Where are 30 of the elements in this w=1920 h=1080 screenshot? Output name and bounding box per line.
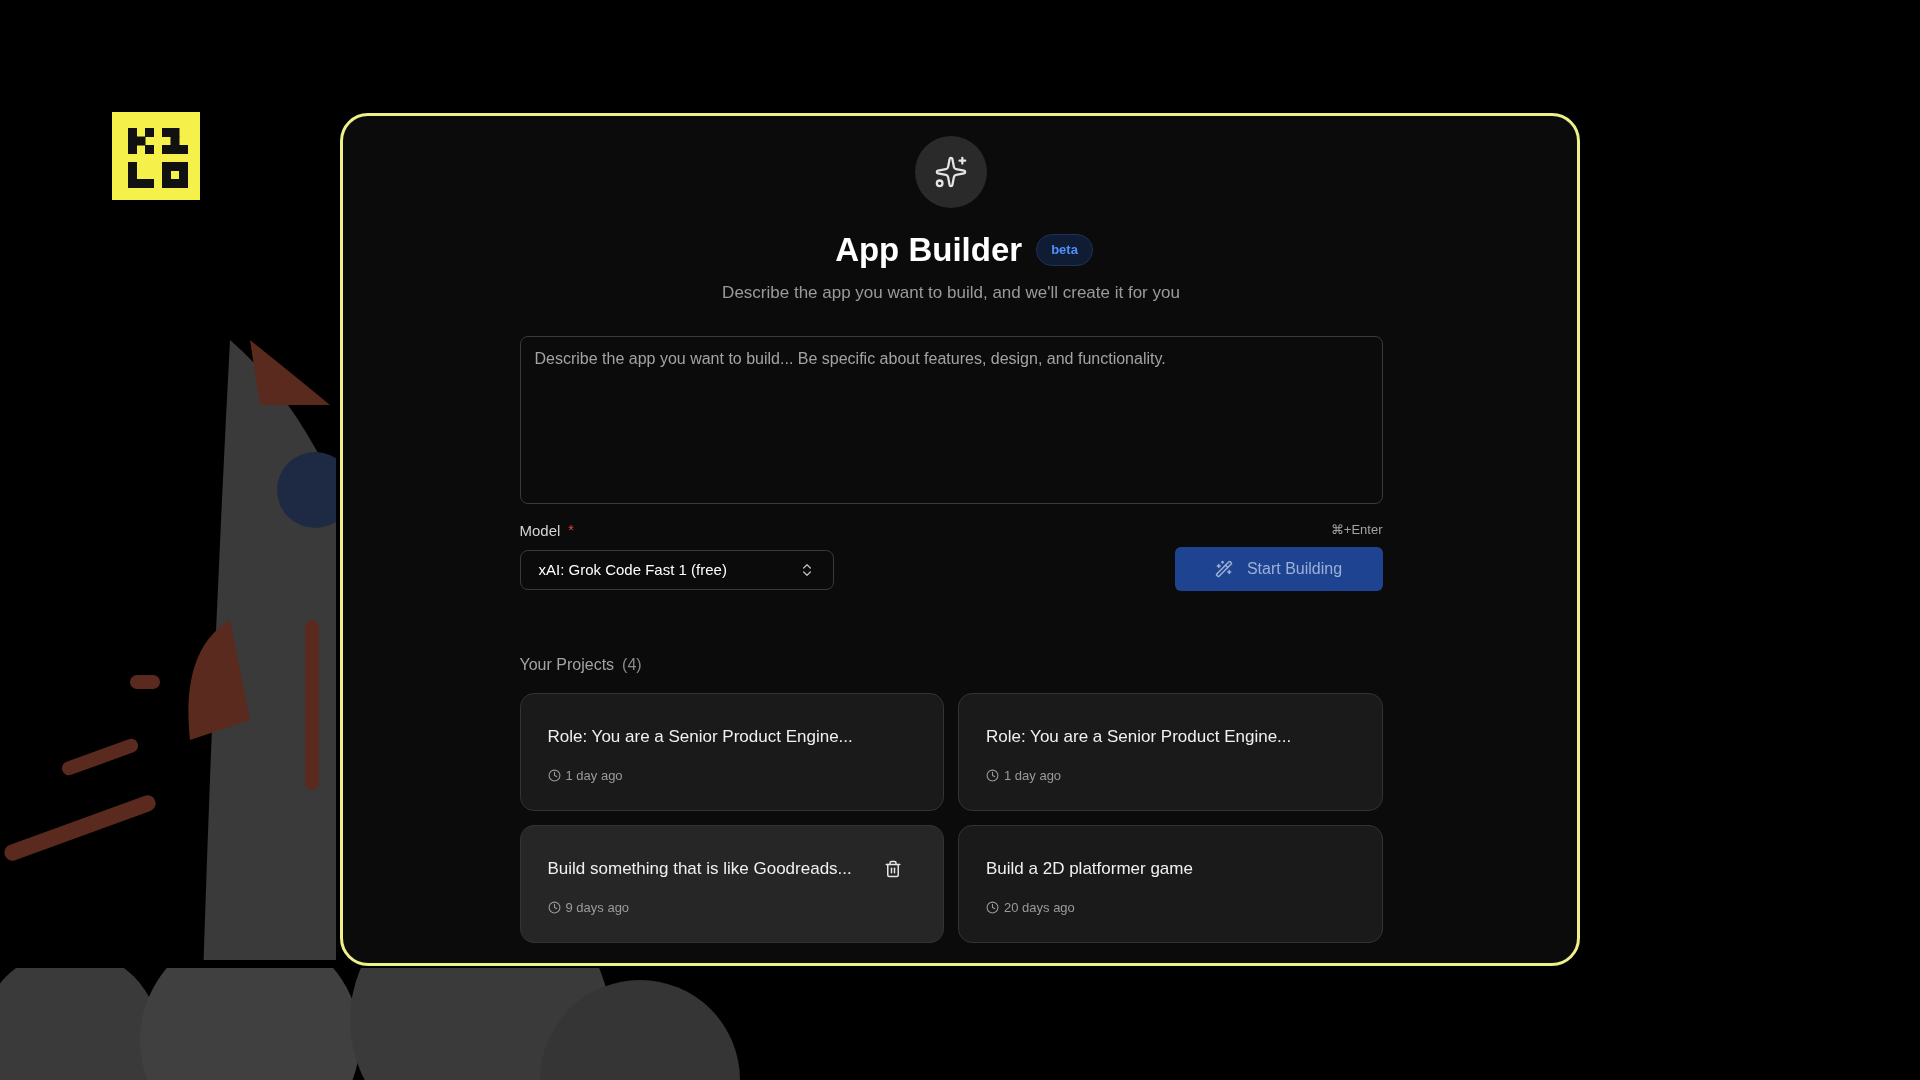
project-title: Build a 2D platformer game bbox=[986, 858, 1193, 880]
project-title: Role: You are a Senior Product Engine... bbox=[547, 726, 853, 748]
project-time: 20 days ago bbox=[1004, 898, 1075, 917]
sparkles-icon bbox=[934, 155, 968, 189]
projects-heading: Your Projects bbox=[519, 655, 615, 675]
model-label: Model bbox=[519, 520, 561, 541]
project-card[interactable]: Build something that is like Goodreads... 9 days ago bbox=[519, 825, 944, 943]
model-select[interactable]: xAI: Grok Code Fast 1 (free) bbox=[519, 550, 834, 590]
project-card[interactable]: Role: You are a Senior Product Engine... 1 day ago bbox=[958, 693, 1383, 811]
project-card[interactable]: Role: You are a Senior Product Engine... 1 day ago bbox=[519, 693, 944, 811]
project-time: 9 days ago bbox=[565, 898, 630, 917]
project-time: 1 day ago bbox=[565, 766, 623, 785]
magic-wand-icon bbox=[1214, 560, 1233, 578]
keyboard-shortcut: ⌘+Enter bbox=[1330, 520, 1383, 539]
clock-icon bbox=[986, 768, 999, 782]
required-mark: * bbox=[568, 521, 574, 541]
clock-icon bbox=[547, 768, 561, 782]
beta-badge: beta bbox=[1036, 234, 1093, 266]
app-description-field[interactable]: Describe the app you want to build... Be specific about features, design, and functionality. bbox=[519, 335, 1383, 504]
subtitle: Describe the app you want to build, and we'll create it for you bbox=[722, 282, 1180, 304]
project-card[interactable]: Build a 2D platformer game 20 days ago bbox=[958, 825, 1383, 943]
projects-count: (4) bbox=[622, 655, 642, 675]
delete-icon[interactable] bbox=[884, 859, 902, 878]
logo-icon bbox=[112, 112, 200, 200]
app-title: App Builder bbox=[835, 230, 1023, 270]
project-time: 1 day ago bbox=[1004, 766, 1062, 785]
project-title: Role: You are a Senior Product Engine... bbox=[986, 726, 1292, 748]
clock-icon bbox=[547, 900, 561, 914]
project-title: Build something that is like Goodreads... bbox=[547, 858, 852, 880]
clock-icon bbox=[986, 900, 999, 914]
